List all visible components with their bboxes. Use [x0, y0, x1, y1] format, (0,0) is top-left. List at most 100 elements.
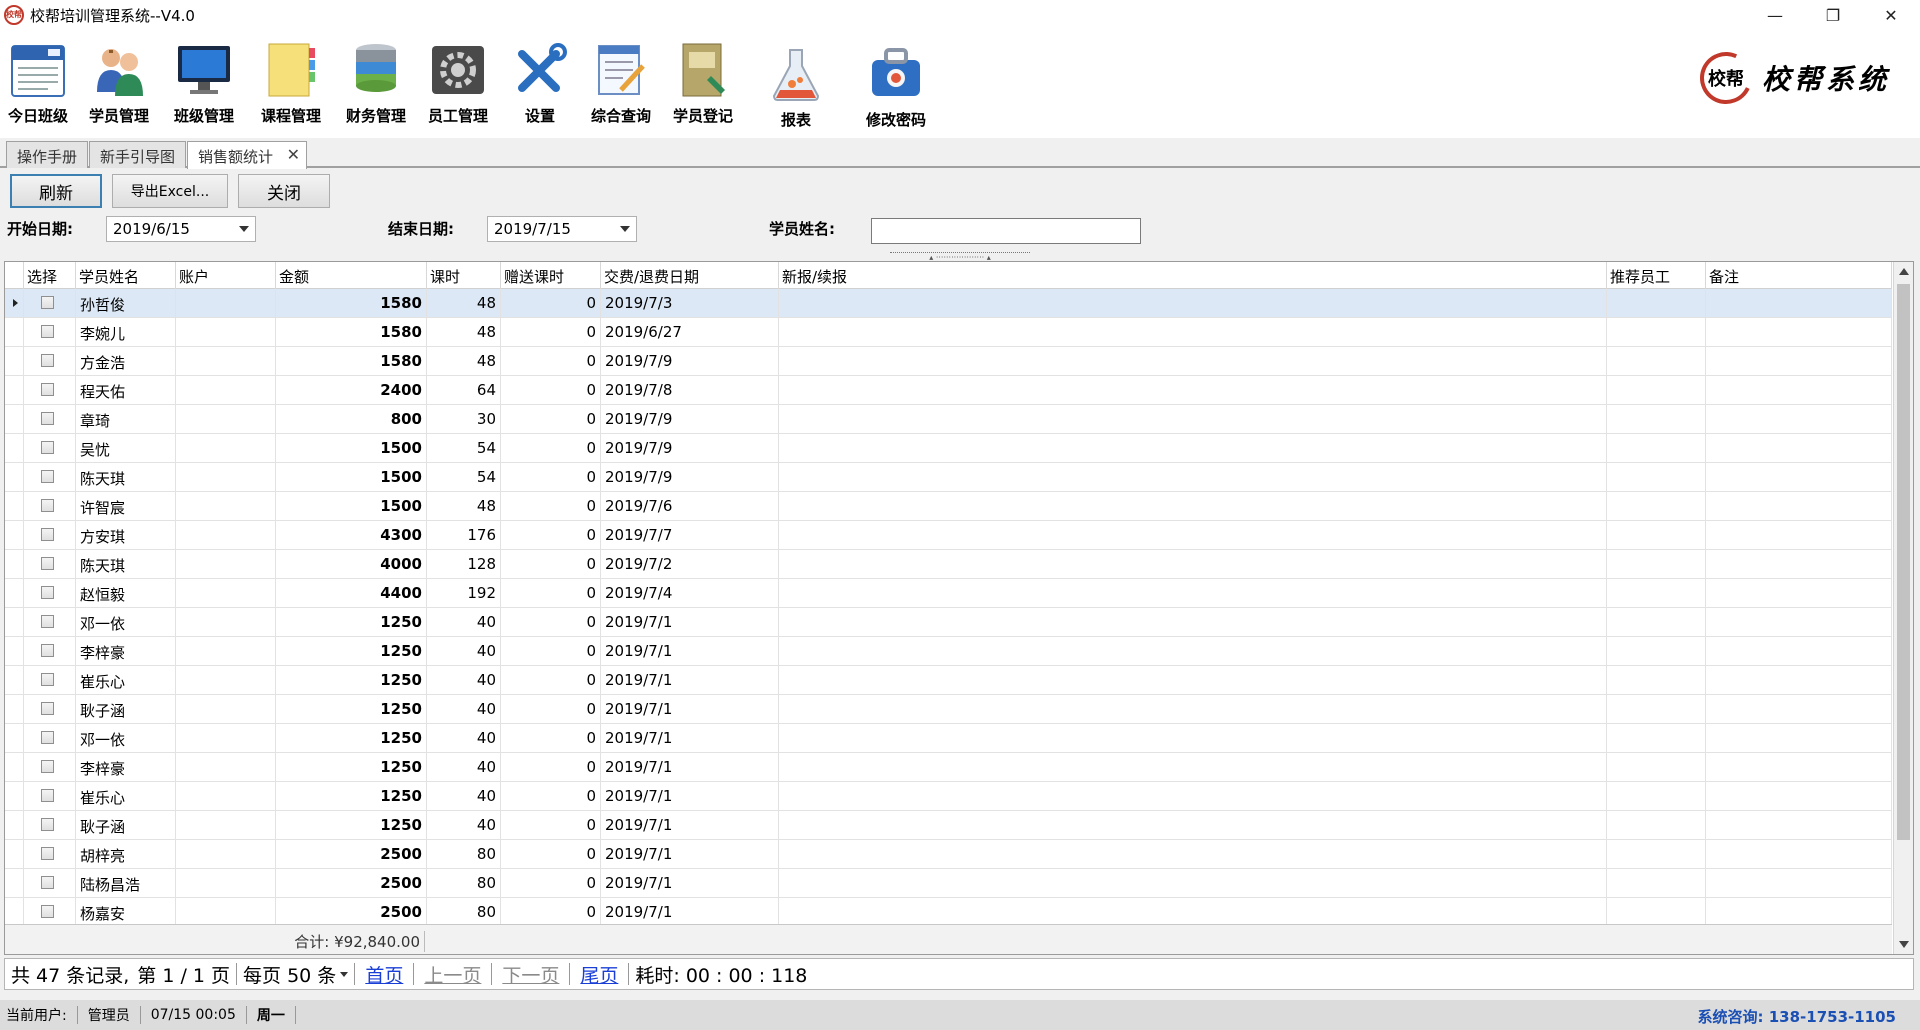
table-row[interactable]: 邓一依 1250 40 0 2019/7/1 — [5, 608, 1892, 637]
table-row[interactable]: 耿子涵 1250 40 0 2019/7/1 — [5, 695, 1892, 724]
cell-hours: 48 — [427, 492, 501, 521]
table-row[interactable]: 孙哲俊 1580 48 0 2019/7/3 — [5, 289, 1892, 318]
header-new-renew[interactable]: 新报/续报 — [779, 262, 1607, 289]
cell-hours: 48 — [427, 347, 501, 376]
cell-pay-date: 2019/7/1 — [601, 840, 779, 869]
minimize-button[interactable]: — — [1746, 0, 1804, 30]
table-row[interactable]: 方安琪 4300 176 0 2019/7/7 — [5, 521, 1892, 550]
toolbar-class-manage[interactable]: 班级管理 — [162, 30, 246, 138]
row-checkbox[interactable] — [41, 441, 54, 454]
row-checkbox[interactable] — [41, 673, 54, 686]
tab-manual[interactable]: 操作手册 — [6, 141, 88, 168]
refresh-button[interactable]: 刷新 — [10, 174, 102, 208]
toolbar-settings[interactable]: 设置 — [500, 30, 580, 138]
header-hours[interactable]: 课时 — [427, 262, 501, 289]
row-checkbox[interactable] — [41, 325, 54, 338]
table-row[interactable]: 崔乐心 1250 40 0 2019/7/1 — [5, 782, 1892, 811]
header-gift-hours[interactable]: 赠送课时 — [501, 262, 601, 289]
export-excel-button[interactable]: 导出Excel... — [112, 174, 228, 208]
splitter-handle[interactable]: ▴ ··················· ▴ — [890, 252, 1030, 262]
table-row[interactable]: 李梓豪 1250 40 0 2019/7/1 — [5, 753, 1892, 782]
cell-select — [24, 492, 76, 521]
table-row[interactable]: 许智宸 1500 48 0 2019/7/6 — [5, 492, 1892, 521]
row-checkbox[interactable] — [41, 354, 54, 367]
row-checkbox[interactable] — [41, 847, 54, 860]
row-checkbox[interactable] — [41, 470, 54, 483]
toolbar-student-register[interactable]: 学员登记 — [662, 30, 744, 138]
table-row[interactable]: 陈天琪 1500 54 0 2019/7/9 — [5, 463, 1892, 492]
toolbar-change-password[interactable]: 修改密码 — [848, 30, 944, 138]
header-amount[interactable]: 金额 — [276, 262, 427, 289]
table-row[interactable]: 吴忧 1500 54 0 2019/7/9 — [5, 434, 1892, 463]
row-checkbox[interactable] — [41, 528, 54, 541]
table-row[interactable]: 邓一依 1250 40 0 2019/7/1 — [5, 724, 1892, 753]
prev-page-link[interactable]: 上一页 — [424, 961, 481, 988]
table-row[interactable]: 赵恒毅 4400 192 0 2019/7/4 — [5, 579, 1892, 608]
header-pay-date[interactable]: 交费/退费日期 — [601, 262, 779, 289]
row-checkbox[interactable] — [41, 557, 54, 570]
tab-sales-stats[interactable]: 销售额统计 ✕ — [187, 141, 307, 169]
table-row[interactable]: 李梓豪 1250 40 0 2019/7/1 — [5, 637, 1892, 666]
scroll-down-icon[interactable] — [1899, 941, 1909, 948]
close-window-button[interactable]: ✕ — [1862, 0, 1920, 30]
restore-button[interactable]: ❐ — [1804, 0, 1862, 30]
row-checkbox[interactable] — [41, 789, 54, 802]
close-button[interactable]: 关闭 — [238, 174, 330, 208]
start-date-picker[interactable]: 2019/6/15 — [106, 216, 256, 242]
cell-gift-hours: 0 — [501, 840, 601, 869]
table-row[interactable]: 杨嘉安 2500 80 0 2019/7/1 — [5, 898, 1892, 927]
row-checkbox[interactable] — [41, 644, 54, 657]
row-checkbox[interactable] — [41, 412, 54, 425]
scroll-up-icon[interactable] — [1899, 268, 1909, 275]
table-row[interactable]: 陈天琪 4000 128 0 2019/7/2 — [5, 550, 1892, 579]
toolbar-student-manage[interactable]: 学员管理 — [76, 30, 162, 138]
header-referrer[interactable]: 推荐员工 — [1607, 262, 1706, 289]
toolbar-query[interactable]: 综合查询 — [580, 30, 662, 138]
table-row[interactable]: 胡梓亮 2500 80 0 2019/7/1 — [5, 840, 1892, 869]
chevron-down-icon[interactable] — [340, 971, 349, 977]
end-date-picker[interactable]: 2019/7/15 — [487, 216, 637, 242]
row-checkbox[interactable] — [41, 296, 54, 309]
table-row[interactable]: 李婉儿 1580 48 0 2019/6/27 — [5, 318, 1892, 347]
notebook-icon — [259, 38, 323, 102]
row-checkbox[interactable] — [41, 615, 54, 628]
toolbar-report[interactable]: 报表 — [744, 30, 848, 138]
row-checkbox[interactable] — [41, 499, 54, 512]
header-remark[interactable]: 备注 — [1706, 262, 1892, 289]
row-checkbox[interactable] — [41, 760, 54, 773]
table-row[interactable]: 陆杨昌浩 2500 80 0 2019/7/1 — [5, 869, 1892, 898]
cell-student-name: 方金浩 — [76, 347, 176, 376]
toolbar-today-class[interactable]: 今日班级 — [0, 30, 76, 138]
toolbar-finance-manage[interactable]: 财务管理 — [336, 30, 416, 138]
toolbar-course-manage[interactable]: 课程管理 — [246, 30, 336, 138]
row-checkbox[interactable] — [41, 876, 54, 889]
table-row[interactable]: 耿子涵 1250 40 0 2019/7/1 — [5, 811, 1892, 840]
row-checkbox[interactable] — [41, 731, 54, 744]
table-row[interactable]: 方金浩 1580 48 0 2019/7/9 — [5, 347, 1892, 376]
student-name-input[interactable] — [871, 218, 1141, 244]
row-indicator — [5, 492, 24, 521]
table-row[interactable]: 章琦 800 30 0 2019/7/9 — [5, 405, 1892, 434]
row-checkbox[interactable] — [41, 586, 54, 599]
header-select[interactable]: 选择 — [24, 262, 76, 289]
page-size-select[interactable]: 每页 50 条 — [243, 961, 336, 988]
row-checkbox[interactable] — [41, 905, 54, 918]
vertical-scrollbar[interactable] — [1893, 262, 1913, 954]
close-tab-icon[interactable]: ✕ — [287, 145, 300, 164]
toolbar-staff-manage[interactable]: 员工管理 — [416, 30, 500, 138]
first-page-link[interactable]: 首页 — [365, 961, 403, 988]
next-page-link[interactable]: 下一页 — [502, 961, 559, 988]
table-row[interactable]: 程天佑 2400 64 0 2019/7/8 — [5, 376, 1892, 405]
people-icon — [87, 38, 151, 102]
scroll-thumb[interactable] — [1897, 284, 1910, 840]
row-checkbox[interactable] — [41, 702, 54, 715]
cell-referrer — [1607, 840, 1706, 869]
header-account[interactable]: 账户 — [176, 262, 276, 289]
row-checkbox[interactable] — [41, 383, 54, 396]
last-page-link[interactable]: 尾页 — [580, 961, 618, 988]
table-row[interactable]: 崔乐心 1250 40 0 2019/7/1 — [5, 666, 1892, 695]
tab-guide[interactable]: 新手引导图 — [89, 141, 186, 168]
row-checkbox[interactable] — [41, 818, 54, 831]
cell-hours: 30 — [427, 405, 501, 434]
header-student-name[interactable]: 学员姓名 — [76, 262, 176, 289]
